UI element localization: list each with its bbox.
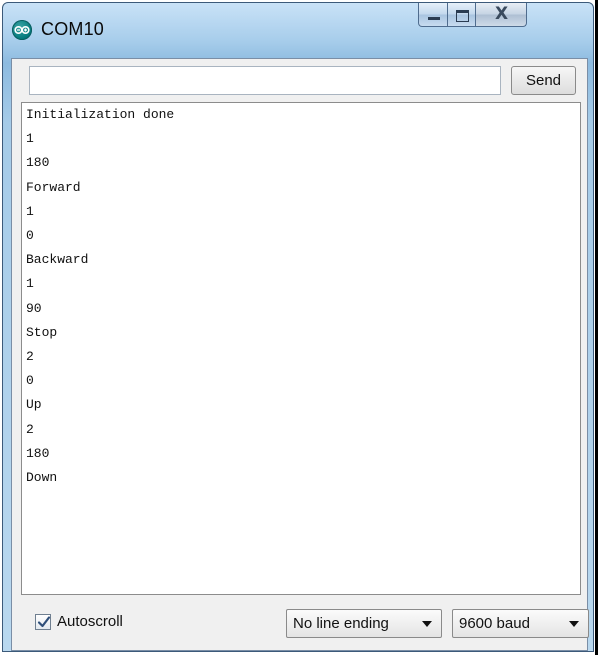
title-bar[interactable]: COM10 X <box>3 3 593 55</box>
baud-rate-value: 9600 baud <box>459 615 530 632</box>
autoscroll-label: Autoscroll <box>57 613 123 630</box>
output-line: Backward <box>26 252 89 268</box>
arduino-icon <box>12 20 32 40</box>
output-line: 1 <box>26 276 34 292</box>
bottom-bar: Autoscroll No line ending 9600 baud <box>12 601 589 641</box>
send-button[interactable]: Send <box>511 66 576 95</box>
output-line: 90 <box>26 300 42 316</box>
minimize-icon <box>428 17 440 20</box>
output-line: Up <box>26 397 42 413</box>
output-line: 0 <box>26 228 34 243</box>
output-line: 2 <box>26 421 34 437</box>
output-line: 1 <box>26 203 34 219</box>
autoscroll-checkbox[interactable] <box>35 614 51 630</box>
close-button[interactable]: X <box>475 3 527 27</box>
output-line: Stop <box>26 324 58 340</box>
output-line: 2 <box>26 349 34 364</box>
serial-input[interactable] <box>29 66 501 95</box>
output-line: 0 <box>26 373 34 389</box>
dropdown-arrow-icon <box>569 621 579 627</box>
output-line: 180 <box>26 445 50 461</box>
output-line: 1 <box>26 131 34 147</box>
baud-rate-select[interactable]: 9600 baud <box>452 609 589 638</box>
client-area: Send Initialization done 1 180 Forward 1 0 Bac… <box>11 58 589 651</box>
minimize-button[interactable] <box>418 3 448 27</box>
serial-monitor-window: COM10 X Send Initialization done 1 180 Forw… <box>2 2 594 652</box>
maximize-icon <box>456 10 469 22</box>
close-icon: X <box>495 4 509 24</box>
checkmark-icon <box>37 616 51 628</box>
dropdown-arrow-icon <box>422 621 432 627</box>
output-line: Down <box>26 470 58 485</box>
output-line: Forward <box>26 179 81 195</box>
line-ending-select[interactable]: No line ending <box>286 609 442 638</box>
output-line: Initialization done <box>26 107 175 122</box>
maximize-button[interactable] <box>447 3 476 27</box>
serial-output[interactable]: Initialization done 1 180 Forward 1 0 Backward… <box>21 102 581 595</box>
window-title: COM10 <box>41 19 105 39</box>
line-ending-value: No line ending <box>293 615 389 632</box>
output-line: 180 <box>26 155 50 171</box>
